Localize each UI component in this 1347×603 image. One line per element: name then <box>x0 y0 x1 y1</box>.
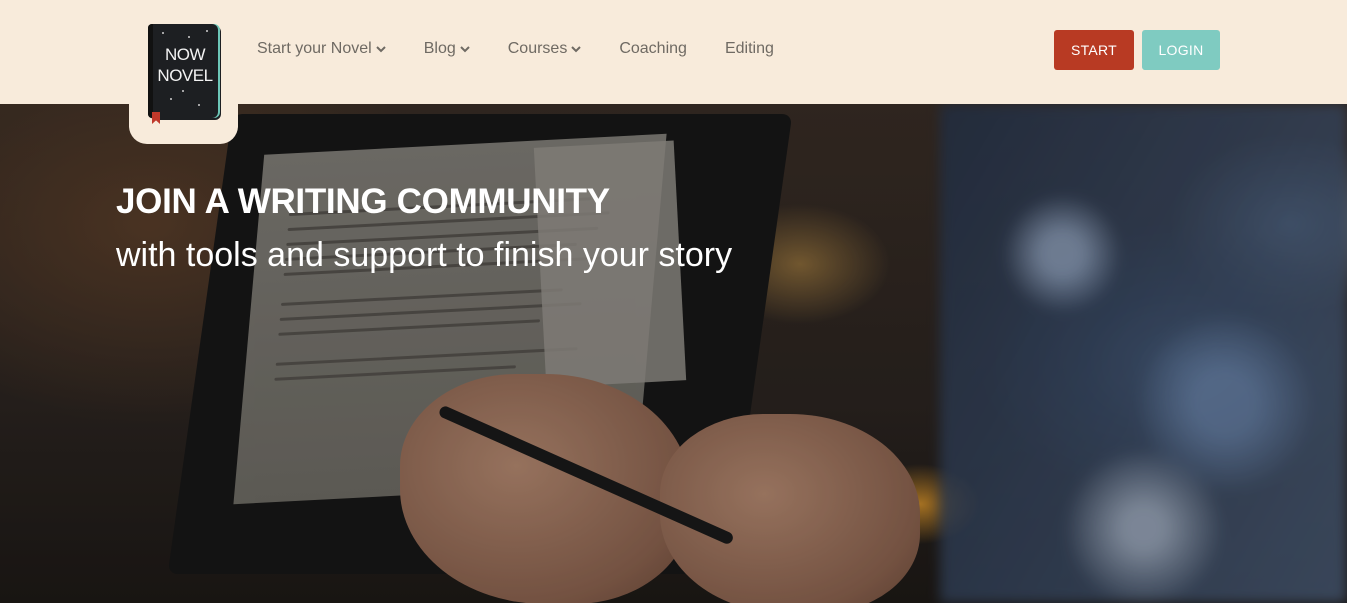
logo-text: NOW NOVEL <box>154 44 216 86</box>
logo-line2: NOVEL <box>157 66 213 85</box>
now-novel-logo[interactable]: NOW NOVEL <box>148 24 218 118</box>
chevron-down-icon <box>376 46 386 53</box>
nav-item-label: Courses <box>507 40 568 57</box>
hero-title: JOIN A WRITING COMMUNITY <box>116 182 610 221</box>
chevron-down-icon <box>460 46 470 53</box>
hero-section: JOIN A WRITING COMMUNITY with tools and … <box>0 104 1347 603</box>
hero-overlay <box>0 104 1347 603</box>
hero-subtitle: with tools and support to finish your st… <box>116 236 733 274</box>
logo-line1: NOW <box>164 45 206 64</box>
nav-item-label: Editing <box>724 40 774 57</box>
nav-item-label: Coaching <box>619 40 687 57</box>
nav-start-your-novel[interactable]: Start your Novel <box>257 38 386 60</box>
nav-item-label: Start your Novel <box>257 40 372 57</box>
nav-item-label: Blog <box>423 40 456 57</box>
login-button[interactable]: LOGIN <box>1142 30 1220 70</box>
nav-courses[interactable]: Courses <box>508 38 582 60</box>
nav-blog[interactable]: Blog <box>424 38 470 60</box>
chevron-down-icon <box>571 46 582 53</box>
start-button[interactable]: START <box>1054 30 1134 70</box>
nav-editing[interactable]: Editing <box>725 38 774 60</box>
nav-coaching[interactable]: Coaching <box>619 38 687 60</box>
main-nav: Start your Novel Blog Courses Coaching E… <box>257 38 812 60</box>
